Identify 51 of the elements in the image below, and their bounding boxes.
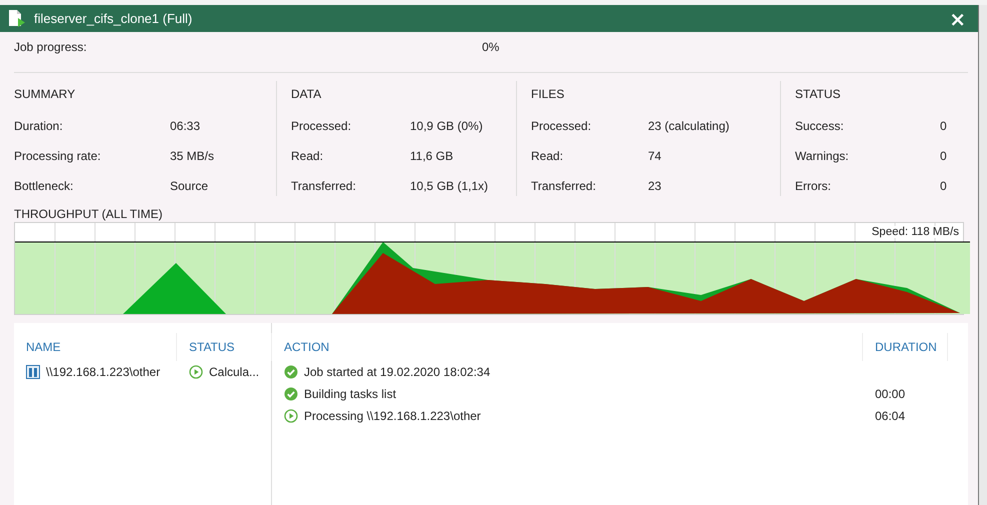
column-header[interactable]: NAME bbox=[14, 333, 177, 361]
document-icon bbox=[8, 9, 26, 28]
window-title: fileserver_cifs_clone1 (Full) bbox=[34, 11, 194, 26]
stat-value: 10,9 GB (0%) bbox=[410, 119, 484, 133]
section-title: FILES bbox=[531, 87, 566, 101]
section-title: STATUS bbox=[795, 87, 842, 101]
section-title: SUMMARY bbox=[14, 87, 76, 101]
stat-label: Read: bbox=[291, 149, 324, 163]
stat-label: Errors: bbox=[795, 179, 832, 193]
stat-label: Processed: bbox=[531, 119, 592, 133]
stat-label: Processing rate: bbox=[14, 149, 102, 163]
play-icon bbox=[189, 365, 203, 379]
action-text: Processing \\192.168.1.223\other bbox=[304, 409, 481, 423]
section-title: DATA bbox=[291, 87, 322, 101]
stat-value: 23 (calculating) bbox=[648, 119, 730, 133]
stat-value: 74 bbox=[648, 149, 662, 163]
stat-label: Warnings: bbox=[795, 149, 850, 163]
stat-label: Transferred: bbox=[291, 179, 357, 193]
stat-label: Duration: bbox=[14, 119, 64, 133]
column-header[interactable]: STATUS bbox=[177, 333, 272, 361]
column-header[interactable]: ACTION bbox=[272, 333, 863, 361]
stat-value: 11,6 GB bbox=[410, 149, 454, 163]
action-text: Job started at 19.02.2020 18:02:34 bbox=[304, 365, 490, 379]
action-duration: 06:04 bbox=[875, 409, 906, 423]
stat-value: Source bbox=[170, 179, 210, 193]
close-button[interactable]: × bbox=[947, 8, 968, 28]
stat-value: 23 bbox=[648, 179, 662, 193]
stat-value: 0 bbox=[940, 149, 948, 163]
stat-value: 10,5 GB (1,1x) bbox=[410, 179, 490, 193]
speed-label: Speed: 118 MB/s bbox=[872, 226, 959, 238]
check-icon bbox=[284, 387, 298, 401]
stat-label: Read: bbox=[531, 149, 564, 163]
stat-label: Processed: bbox=[291, 119, 352, 133]
play-icon bbox=[284, 409, 298, 423]
job-progress-value: 0% bbox=[482, 40, 500, 56]
action-duration: 00:00 bbox=[875, 387, 906, 401]
job-progress-label: Job progress: bbox=[14, 40, 88, 56]
stat-value: 0 bbox=[940, 119, 948, 133]
column-header[interactable]: DURATION bbox=[863, 333, 948, 361]
chart-title: THROUGHPUT (ALL TIME) bbox=[14, 207, 162, 221]
stat-value: 06:33 bbox=[170, 119, 202, 133]
task-name: \\192.168.1.223\other bbox=[46, 365, 160, 379]
server-icon bbox=[26, 365, 40, 379]
stat-label: Success: bbox=[795, 119, 845, 133]
stat-label: Transferred: bbox=[531, 179, 597, 193]
stat-value: 35 MB/s bbox=[170, 149, 216, 163]
action-text: Building tasks list bbox=[304, 387, 396, 401]
check-icon bbox=[284, 365, 298, 379]
stat-value: 0 bbox=[940, 179, 948, 193]
task-status: Calcula... bbox=[209, 365, 260, 379]
stat-label: Bottleneck: bbox=[14, 179, 74, 193]
